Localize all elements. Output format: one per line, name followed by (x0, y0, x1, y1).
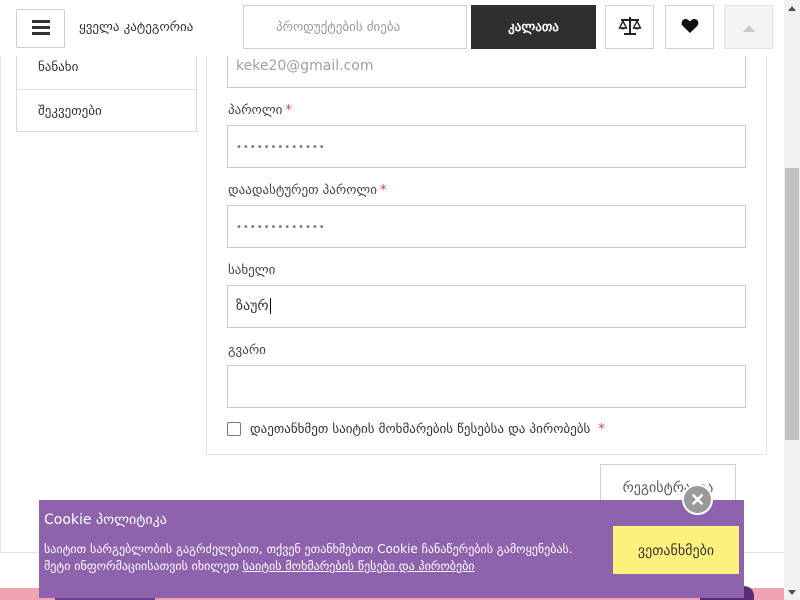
required-mark: * (598, 422, 605, 437)
sidebar-item-label: შეკვეთები (38, 104, 102, 119)
password-value: ••••••••••••• (236, 142, 326, 153)
sidebar-item-label: ნანახი (38, 60, 79, 75)
heart-icon (681, 18, 699, 37)
confirm-password-value: ••••••••••••• (236, 222, 326, 233)
hamburger-icon (31, 19, 50, 38)
scales-icon (617, 16, 642, 39)
scroll-top-button[interactable] (724, 5, 773, 49)
cookie-title: Cookie პოლიტიკა (44, 512, 167, 528)
email-value: keke20@gmail.com (236, 58, 374, 74)
scroll-up-arrow-icon[interactable] (784, 0, 800, 16)
terms-label: დაეთანხმეთ საიტის მოხმარების წესებსა და … (250, 422, 605, 437)
header: ყველა კატეგორია კალათა (0, 0, 784, 56)
terms-link[interactable]: საიტის მოხმარების წესები და პირობები (243, 559, 475, 573)
caret-up-icon (742, 20, 755, 35)
cookie-accept-button[interactable]: ვეთანხმები (613, 526, 739, 574)
sidebar-item-orders[interactable]: შეკვეთები (17, 89, 196, 132)
cookie-text: საიტით სარგებლობის გაგრძელებით, თქვენ ეთ… (44, 542, 573, 573)
scrollbar[interactable] (784, 0, 800, 600)
name-label: სახელი (228, 263, 276, 278)
cookie-banner: Cookie პოლიტიკა საიტით სარგებლობის გაგრძ… (39, 500, 744, 598)
scrollbar-thumb[interactable] (785, 168, 799, 440)
terms-checkbox[interactable] (227, 422, 241, 436)
close-icon[interactable]: ✕ (682, 484, 713, 515)
name-field[interactable]: ზაურ (227, 285, 746, 328)
menu-button[interactable] (16, 9, 65, 48)
account-sidebar: ნანახი შეკვეთები (16, 46, 197, 132)
all-categories-link[interactable]: ყველა კატეგორია (79, 20, 193, 35)
password-label: პაროლი * (228, 103, 292, 118)
cart-button[interactable]: კალათა (471, 5, 596, 49)
surname-field[interactable] (227, 365, 746, 408)
search-input[interactable] (243, 5, 467, 49)
required-mark: * (380, 183, 387, 198)
confirm-password-field[interactable]: ••••••••••••• (227, 205, 746, 248)
compare-button[interactable] (605, 5, 654, 49)
wishlist-button[interactable] (665, 5, 714, 49)
password-field[interactable]: ••••••••••••• (227, 125, 746, 168)
text-caret (269, 298, 271, 314)
name-value: ზაურ (236, 298, 269, 314)
content-border-left (0, 0, 1, 552)
surname-label: გვარი (228, 343, 266, 358)
scroll-down-arrow-icon[interactable] (784, 584, 800, 600)
required-mark: * (285, 103, 292, 118)
confirm-password-label: დაადასტურეთ პაროლი * (228, 183, 387, 198)
